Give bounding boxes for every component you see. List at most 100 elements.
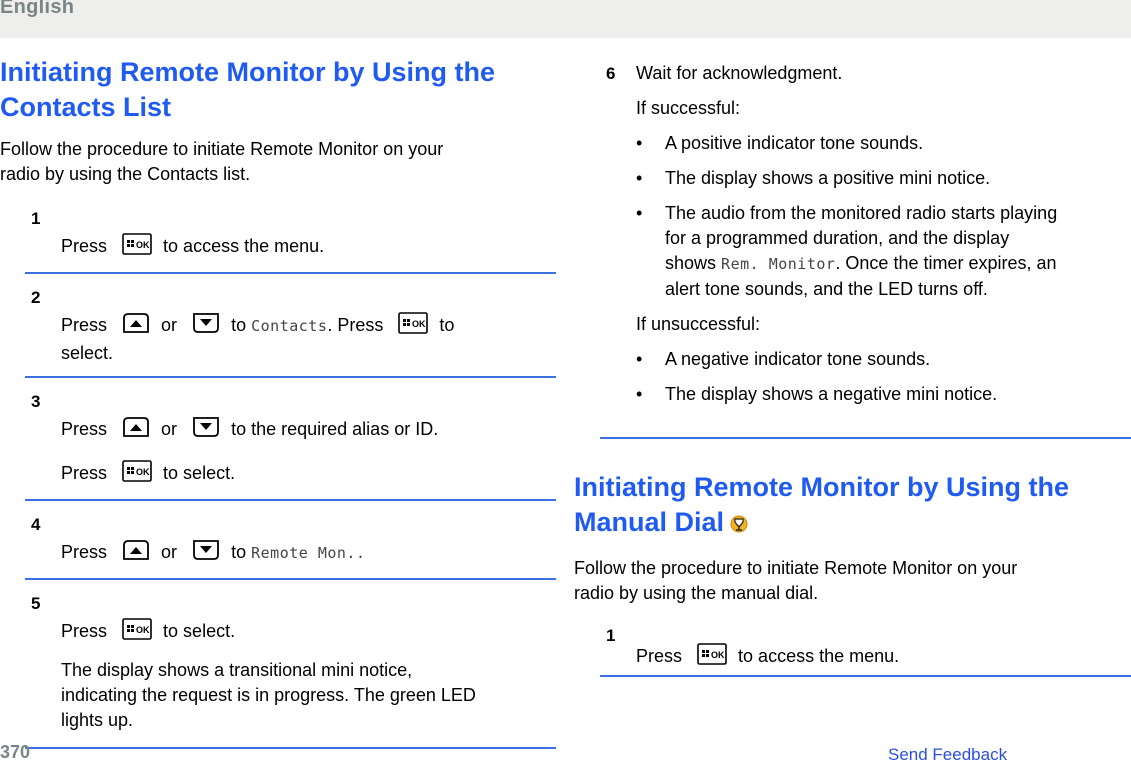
step-5: 5 Press OK to select. The display shows …: [25, 594, 556, 749]
intro-line: Follow the procedure to initiate Remote …: [574, 558, 1018, 578]
step-text: Press: [61, 236, 108, 256]
title-line: Initiating Remote Monitor by Using the: [574, 472, 1069, 502]
step-1: 1 Press OK to access the menu.: [25, 209, 556, 274]
left-column: Initiating Remote Monitor by Using the C…: [0, 55, 556, 763]
step-text: or: [161, 542, 178, 562]
section-title-contacts: Initiating Remote Monitor by Using the C…: [0, 55, 556, 125]
lcd-text-remote-mon: Remote Mon..: [251, 544, 366, 562]
step-number: 3: [31, 392, 41, 411]
list-item-text: shows: [665, 253, 717, 273]
list-item: • A negative indicator tone sounds.: [636, 347, 1131, 372]
step-text: Press: [61, 315, 108, 335]
step-text: to the required alias or ID.: [231, 419, 439, 439]
list-item-text: The display shows a positive mini notice…: [665, 168, 991, 188]
step-number: 5: [31, 594, 41, 613]
title-line: Manual Dial: [574, 507, 725, 537]
section-title-manual-dial: Initiating Remote Monitor by Using the M…: [574, 470, 1131, 542]
list-item-text: for a programmed duration, and the displ…: [665, 228, 1010, 248]
step-text: to access the menu.: [163, 236, 325, 256]
step-text: to access the menu.: [738, 646, 900, 666]
page-number: 370: [0, 742, 31, 762]
step-number: 6: [606, 64, 616, 83]
step-4: 4 Press or to Remote Mon..: [25, 515, 556, 580]
down-arrow-key-icon: [192, 416, 220, 445]
svg-text:OK: OK: [711, 650, 725, 660]
step-text: to: [231, 542, 247, 562]
intro-text: Follow the procedure to initiate Remote …: [574, 556, 1131, 606]
step-text: Press: [61, 463, 108, 483]
bullet: •: [636, 168, 643, 188]
step-text: to: [439, 315, 455, 335]
step-text: select.: [61, 343, 114, 363]
step-number: 4: [31, 515, 41, 534]
list-item-text: The audio from the monitored radio start…: [665, 203, 1058, 223]
list-item-text: . Once the timer expires, an: [835, 253, 1057, 273]
right-column: 6 Wait for acknowledgment. If successful…: [574, 55, 1131, 407]
down-arrow-key-icon: [192, 312, 220, 341]
divider: [600, 675, 1131, 677]
step-text: or: [161, 419, 178, 439]
manual-dial-step-1: 1 Press OK to access the menu.: [600, 626, 1131, 672]
title-line: Contacts List: [0, 92, 172, 122]
list-item-text: A positive indicator tone sounds.: [665, 133, 924, 153]
bullet: •: [636, 133, 643, 153]
step-text: . Press: [327, 315, 384, 335]
intro-line: radio by using the Contacts list.: [0, 164, 251, 184]
bullet: •: [636, 349, 643, 369]
up-arrow-key-icon: [122, 312, 150, 341]
up-arrow-key-icon: [122, 416, 150, 445]
steps-list: 1 Press OK to access the menu. 2 Press o…: [25, 209, 556, 749]
step-text: to: [231, 315, 247, 335]
step-text: to select.: [163, 621, 236, 641]
up-arrow-key-icon: [122, 539, 150, 568]
success-list: • A positive indicator tone sounds. • The …: [636, 131, 1131, 302]
list-item-text: alert tone sounds, and the LED turns off…: [665, 279, 988, 299]
fail-label: If unsuccessful:: [636, 314, 761, 334]
divider: [600, 437, 1131, 439]
list-item: • The audio from the monitored radio sta…: [636, 201, 1131, 302]
step-6: 6 Wait for acknowledgment. If successful…: [574, 55, 1131, 407]
step-text: Press: [61, 621, 108, 641]
step-description: The display shows a transitional mini no…: [61, 660, 413, 680]
section-manual-dial: Initiating Remote Monitor by Using the M…: [574, 470, 1131, 606]
title-line: Initiating Remote Monitor by Using the: [0, 57, 495, 87]
intro-line: radio by using the manual dial.: [574, 583, 819, 603]
feature-license-icon: [730, 507, 748, 542]
list-item: • The display shows a negative mini notic…: [636, 382, 1131, 407]
step-text: Wait for acknowledgment.: [636, 63, 843, 83]
intro-text: Follow the procedure to initiate Remote …: [0, 137, 556, 187]
step-number: 2: [31, 288, 41, 307]
svg-text:OK: OK: [412, 319, 426, 329]
list-item-text: A negative indicator tone sounds.: [665, 349, 931, 369]
language-label: English: [0, 0, 75, 18]
lcd-text-rem-monitor: Rem. Monitor: [721, 255, 836, 273]
step-number: 1: [31, 209, 41, 228]
down-arrow-key-icon: [192, 539, 220, 568]
fail-list: • A negative indicator tone sounds. • The …: [636, 347, 1131, 407]
intro-line: Follow the procedure to initiate Remote …: [0, 139, 444, 159]
bullet: •: [636, 384, 643, 404]
menu-ok-key-icon: OK: [398, 312, 429, 341]
success-label: If successful:: [636, 98, 741, 118]
step-text: Press: [636, 646, 683, 666]
menu-ok-key-icon: OK: [122, 460, 152, 489]
step-text: Press: [61, 542, 108, 562]
step-number: 1: [606, 626, 616, 645]
header-band: English: [0, 0, 1131, 38]
list-item: • The display shows a positive mini notic…: [636, 166, 1131, 191]
step-3: 3 Press or to the required alias or ID. …: [25, 392, 556, 501]
menu-ok-key-icon: OK: [122, 618, 152, 647]
svg-text:OK: OK: [136, 467, 150, 477]
list-item: • A positive indicator tone sounds.: [636, 131, 1131, 156]
step-description: lights up.: [61, 710, 134, 730]
menu-ok-key-icon: OK: [697, 643, 727, 672]
step-2: 2 Press or to Contacts. Press OK to sele…: [25, 288, 556, 378]
step-text: to select.: [163, 463, 236, 483]
svg-text:OK: OK: [136, 625, 150, 635]
step-description: indicating the request is in progress. T…: [61, 685, 476, 705]
step-text: Press: [61, 419, 108, 439]
send-feedback-link[interactable]: Send Feedback: [888, 745, 1007, 765]
list-item-text: The display shows a negative mini notice…: [665, 384, 998, 404]
bullet: •: [636, 203, 643, 223]
menu-ok-key-icon: OK: [122, 233, 152, 262]
